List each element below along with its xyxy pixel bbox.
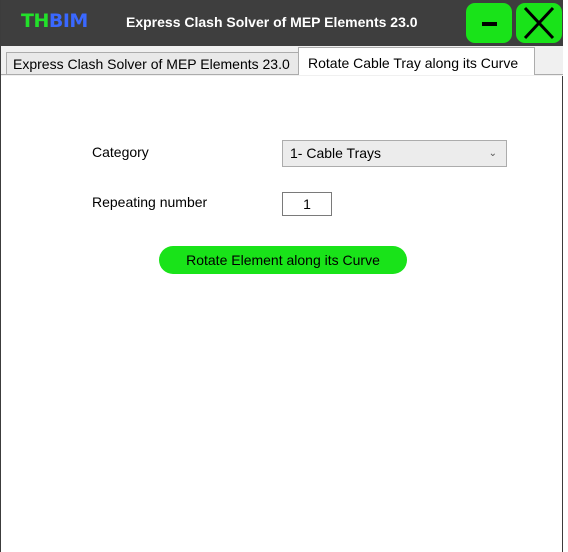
title-bar: THBIM Express Clash Solver of MEP Elemen… bbox=[1, 0, 564, 46]
repeating-number-input[interactable] bbox=[282, 192, 332, 216]
repeating-number-label: Repeating number bbox=[92, 194, 208, 210]
category-selected-value: 1- Cable Trays bbox=[290, 145, 382, 161]
tab-express-clash-solver[interactable]: Express Clash Solver of MEP Elements 23.… bbox=[6, 52, 299, 75]
window-title: Express Clash Solver of MEP Elements 23.… bbox=[126, 14, 418, 30]
minimize-icon bbox=[482, 22, 497, 26]
close-icon bbox=[523, 6, 555, 40]
app-window: THBIM Express Clash Solver of MEP Elemen… bbox=[0, 0, 564, 552]
category-dropdown[interactable]: 1- Cable Trays ⌄ bbox=[282, 140, 507, 167]
close-button[interactable] bbox=[516, 3, 562, 43]
chevron-down-icon: ⌄ bbox=[488, 148, 497, 159]
tab-rotate-cable-tray[interactable]: Rotate Cable Tray along its Curve bbox=[298, 47, 535, 75]
logo-th: TH bbox=[21, 10, 49, 32]
logo-bim: BIM bbox=[48, 10, 88, 32]
app-logo: THBIM bbox=[21, 9, 88, 33]
category-label: Category bbox=[92, 144, 149, 160]
minimize-button[interactable] bbox=[466, 3, 512, 43]
background-strip bbox=[563, 0, 568, 552]
rotate-element-button[interactable]: Rotate Element along its Curve bbox=[159, 246, 407, 274]
